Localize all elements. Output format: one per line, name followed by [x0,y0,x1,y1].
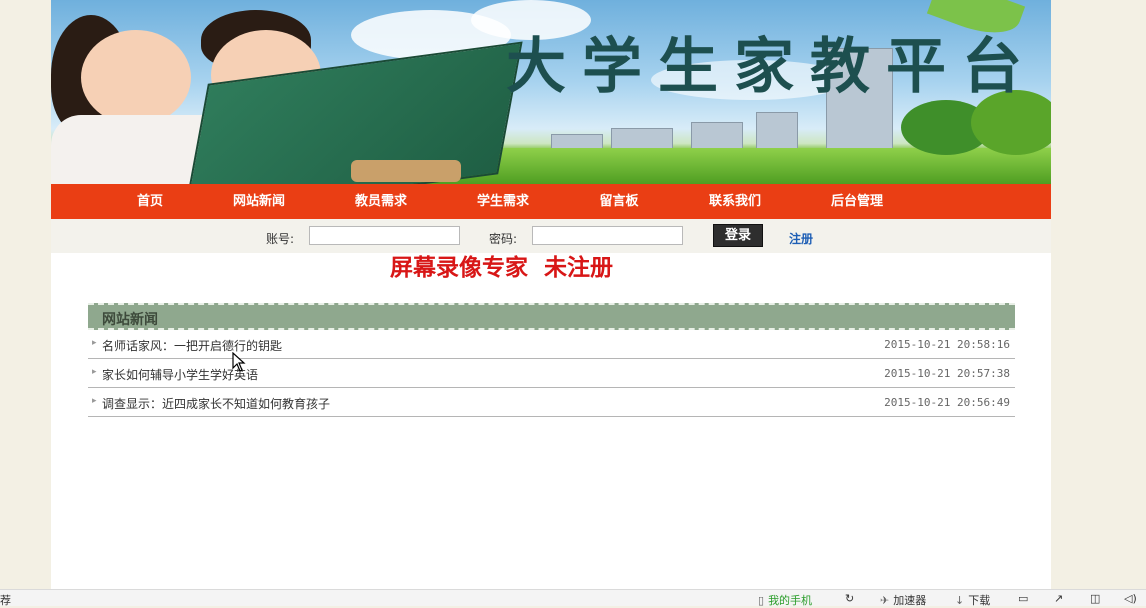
recorder-watermark: 屏幕录像专家 未注册 [390,254,614,281]
mouse-pointer-icon [232,352,246,372]
volume-icon[interactable]: ◁) [1124,592,1137,605]
news-section-header: 网站新闻 [88,303,1015,330]
news-date: 2015-10-21 20:58:16 [884,338,1010,351]
site-title: 大学生家教平台 [506,32,1038,102]
download-label: 下载 [968,594,991,607]
page-container: 大学生家教平台 首页 网站新闻 教员需求 学生需求 留言板 联系我们 后台管理 … [51,0,1051,590]
my-phone-button[interactable]: ▯ 我的手机 [758,592,812,608]
news-section-title: 网站新闻 [102,312,158,328]
register-link[interactable]: 注册 [789,230,813,247]
account-label: 账号: [266,232,295,246]
status-left-text: 荐 [0,594,11,607]
nav-item-contact[interactable]: 联系我们 [709,184,761,219]
password-label: 密码: [489,232,518,246]
download-button[interactable]: ↓ 下载 [955,592,990,608]
news-list-item[interactable]: ▸ 家长如何辅导小学生学好英语 2015-10-21 20:57:38 [88,359,1015,388]
download-icon: ↓ [955,594,965,607]
basket-shape [351,160,461,182]
bullet-arrow-icon: ▸ [92,338,97,348]
rocket-icon: ✈ [880,594,890,607]
accelerator-label: 加速器 [893,594,927,607]
news-date: 2015-10-21 20:56:49 [884,396,1010,409]
nav-item-news[interactable]: 网站新闻 [233,184,285,219]
news-title-link[interactable]: 名师话家风：一把开启德行的钥匙 [102,337,282,354]
building-shape [756,112,798,150]
window-icon[interactable]: ▭ [1018,592,1028,605]
login-button[interactable]: 登录 [713,224,763,247]
nav-item-admin[interactable]: 后台管理 [831,184,883,219]
children-reading-image [51,0,523,184]
news-list-item[interactable]: ▸ 名师话家风：一把开启德行的钥匙 2015-10-21 20:58:16 [88,330,1015,359]
share-icon[interactable]: ↗ [1054,592,1063,605]
account-input[interactable] [309,226,460,245]
news-list-item[interactable]: ▸ 调查显示：近四成家长不知道如何教育孩子 2015-10-21 20:56:4… [88,388,1015,417]
child-face [81,30,191,125]
news-date: 2015-10-21 20:57:38 [884,367,1010,380]
phone-icon: ▯ [758,594,765,607]
building-shape [691,122,743,150]
news-title-link[interactable]: 调查显示：近四成家长不知道如何教育孩子 [102,395,330,412]
accelerator-button[interactable]: ✈ 加速器 [880,592,926,608]
bullet-arrow-icon: ▸ [92,396,97,406]
browser-status-bar: 荐 ▯ 我的手机 ↻ ✈ 加速器 ↓ 下载 ▭ ↗ ◫ ◁) [0,589,1146,608]
refresh-icon[interactable]: ↻ [845,592,854,605]
nav-item-home[interactable]: 首页 [137,184,163,219]
bullet-arrow-icon: ▸ [92,367,97,377]
main-nav: 首页 网站新闻 教员需求 学生需求 留言板 联系我们 后台管理 [51,184,1051,219]
nav-item-tutor-demand[interactable]: 教员需求 [355,184,407,219]
site-banner: 大学生家教平台 [51,0,1051,184]
my-phone-label: 我的手机 [768,594,813,607]
building-shape [611,128,673,150]
nav-item-message-board[interactable]: 留言板 [599,184,638,219]
screen-icon[interactable]: ◫ [1090,592,1100,605]
nav-item-student-demand[interactable]: 学生需求 [477,184,529,219]
password-input[interactable] [532,226,683,245]
